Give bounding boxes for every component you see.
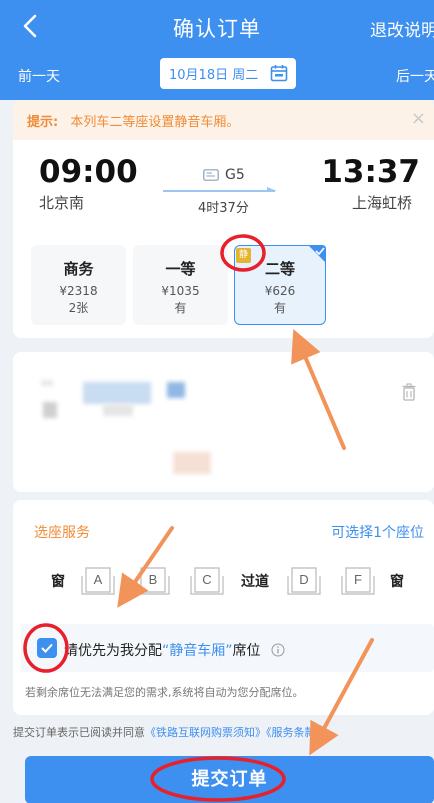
- aisle-label: 过道: [241, 574, 269, 590]
- passenger-card: [13, 352, 434, 492]
- seat-count-hint: 可选择1个座位: [331, 525, 424, 541]
- seat-availability: 有: [174, 301, 187, 315]
- arrival-time: 13:37: [321, 154, 420, 190]
- seat-letter: B: [149, 572, 158, 587]
- seat-availability: 2张: [68, 301, 89, 315]
- train-info-card: 提示: 本列车二等座设置静音车厢。 × 09:00 北京南 G5 4时37分 1…: [13, 100, 434, 338]
- train-number-text: G5: [225, 167, 245, 183]
- departure-station: 北京南: [39, 194, 85, 212]
- submit-order-button[interactable]: 提交订单: [25, 756, 434, 803]
- seat-class-name: 商务: [63, 260, 94, 278]
- calendar-icon: [270, 65, 288, 82]
- ticket-notice-link[interactable]: 《铁路互联网购票须知》: [145, 726, 266, 739]
- agreement-prefix: 提交订单表示已阅读并同意: [13, 726, 145, 739]
- seat-b-button[interactable]: B: [134, 564, 172, 596]
- preference-text: 请优先为我分配: [64, 643, 162, 659]
- seat-service-card: 选座服务 可选择1个座位 窗 A B C 过道 D F 窗 请优先为我分配“静音…: [13, 500, 434, 715]
- nav-bar: 确认订单 退改说明: [0, 0, 434, 52]
- blurred-passenger-info: [173, 452, 211, 474]
- train-number: G5: [203, 167, 245, 183]
- seat-letter: D: [299, 572, 308, 587]
- arrival-station: 上海虹桥: [351, 194, 412, 212]
- seat-option-business[interactable]: 商务 ¥2318 2张: [31, 245, 126, 325]
- date-bar: 前一天 10月18日 周二 后一天: [0, 58, 434, 90]
- quiet-car-tip: 提示: 本列车二等座设置静音车厢。 ×: [13, 100, 434, 140]
- preference-note: 若剩余席位无法满足您的需求,系统将自动为您分配席位。: [25, 686, 304, 699]
- quiet-car-checkbox[interactable]: [37, 638, 57, 658]
- seat-letter: A: [94, 572, 103, 587]
- header: 确认订单 退改说明 前一天 10月18日 周二 后一天: [0, 0, 434, 100]
- seat-a-button[interactable]: A: [79, 564, 117, 596]
- quiet-car-badge: 静: [236, 248, 251, 263]
- info-icon[interactable]: [271, 643, 285, 657]
- seat-option-first-class[interactable]: 一等 ¥1035 有: [133, 245, 228, 325]
- seat-availability: 有: [273, 301, 286, 315]
- seat-price: ¥626: [264, 284, 296, 298]
- close-icon[interactable]: ×: [411, 108, 426, 129]
- seat-map: 窗 A B C 过道 D F 窗: [13, 564, 434, 596]
- blurred-passenger-info: [83, 382, 151, 404]
- selected-check-icon: [308, 245, 326, 263]
- blurred-passenger-info: [43, 402, 57, 418]
- tip-message: 本列车二等座设置静音车厢。: [70, 115, 240, 130]
- seat-letter: C: [202, 572, 211, 587]
- window-label: 窗: [390, 574, 404, 590]
- blurred-passenger-info: [103, 404, 133, 416]
- blurred-passenger-info: [167, 382, 185, 398]
- delete-icon[interactable]: [402, 383, 416, 401]
- seat-c-button[interactable]: C: [188, 564, 226, 596]
- seat-price: ¥2318: [59, 284, 98, 298]
- route-arrow-icon: [163, 187, 277, 192]
- seat-d-button[interactable]: D: [285, 564, 323, 596]
- ticket-icon: [203, 169, 219, 181]
- window-label: 窗: [51, 574, 65, 590]
- page-title: 确认订单: [173, 17, 261, 41]
- next-day-button[interactable]: 后一天: [396, 66, 434, 86]
- preference-highlight: “静音车厢”: [162, 643, 233, 659]
- seat-price: ¥1035: [161, 284, 200, 298]
- seat-f-button[interactable]: F: [339, 564, 377, 596]
- preference-label: 请优先为我分配“静音车厢”席位: [64, 640, 285, 660]
- preference-text: 席位: [232, 643, 261, 659]
- date-selector[interactable]: 10月18日 周二: [160, 58, 296, 89]
- date-text: 10月18日 周二: [169, 68, 259, 83]
- seat-letter: F: [354, 572, 362, 587]
- quiet-car-preference: 请优先为我分配“静音车厢”席位: [21, 624, 434, 672]
- prev-day-button[interactable]: 前一天: [18, 66, 60, 86]
- trip-duration: 4时37分: [198, 201, 249, 216]
- agreement-text: 提交订单表示已阅读并同意《铁路互联网购票须知》《服务条款》: [13, 724, 327, 740]
- departure-time: 09:00: [39, 154, 138, 190]
- blurred-passenger-info: [41, 380, 53, 386]
- terms-link[interactable]: 《服务条款》: [266, 726, 327, 739]
- seat-service-title: 选座服务: [34, 525, 90, 541]
- refund-policy-link[interactable]: 退改说明: [370, 16, 434, 41]
- tip-prefix: 提示:: [27, 115, 59, 130]
- seat-class-name: 一等: [165, 260, 196, 278]
